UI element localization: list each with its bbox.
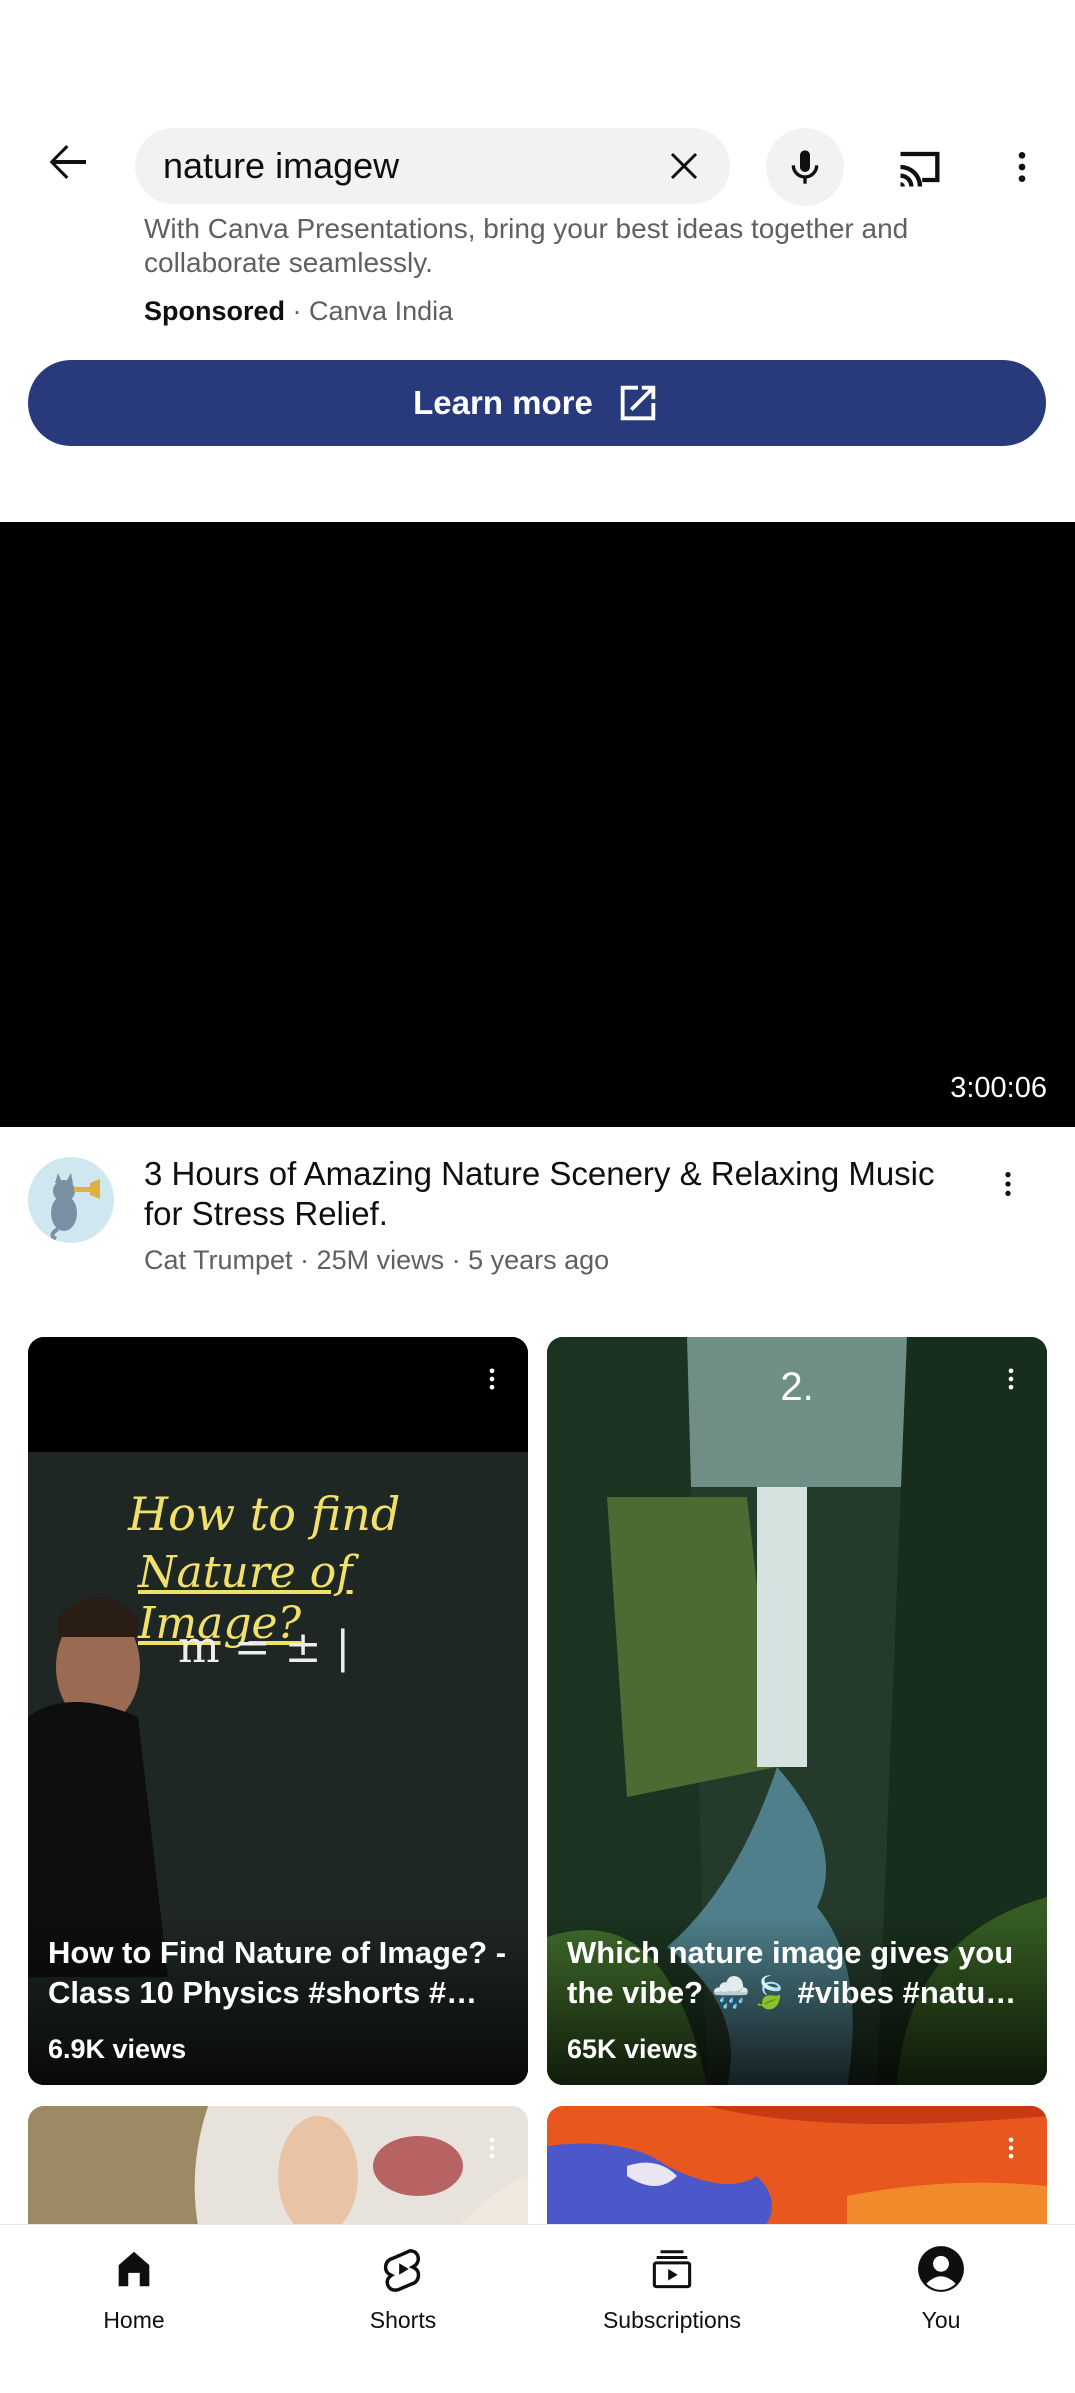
- ad-description: With Canva Presentations, bring your bes…: [144, 213, 909, 278]
- short-views: 65K views: [567, 2034, 698, 2064]
- ad-meta: Sponsored · Canva India: [144, 296, 453, 327]
- more-vert-icon: [489, 2137, 495, 2159]
- more-vert-icon: [489, 1368, 495, 1390]
- advertiser-name[interactable]: Canva India: [309, 296, 453, 326]
- short-title: How to Find Nature of Image? - Class 10 …: [48, 1935, 507, 2010]
- learn-more-button[interactable]: Learn more: [28, 360, 1046, 446]
- account-icon: [913, 2241, 969, 2297]
- short-title: Which nature image gives you the vibe? 🌧…: [567, 1935, 1017, 2010]
- video-title[interactable]: 3 Hours of Amazing Nature Scenery & Rela…: [144, 1154, 974, 1234]
- subscriptions-icon: [644, 2241, 700, 2297]
- top-app-bar: [0, 0, 1075, 215]
- voice-search-button[interactable]: [766, 128, 844, 206]
- cat-trumpet-avatar: [28, 1157, 114, 1243]
- short-thumbnail: [28, 2106, 528, 2226]
- search-box[interactable]: [135, 128, 730, 204]
- bottom-navigation: Home Shorts Subscriptions You: [0, 2224, 1075, 2393]
- more-vert-icon: [1008, 1368, 1014, 1390]
- short-card[interactable]: [28, 2106, 528, 2226]
- short-more-button[interactable]: [991, 2124, 1031, 2172]
- more-options-button[interactable]: [990, 135, 1054, 199]
- nav-label-shorts: Shorts: [369, 2307, 437, 2333]
- video-duration: 3:00:06: [950, 1072, 1047, 1104]
- short-views: 6.9K views: [48, 2034, 187, 2064]
- short-more-button[interactable]: [472, 1355, 512, 1403]
- nav-item-shorts[interactable]: Shorts: [303, 2237, 503, 2347]
- board-line-1: How to find: [128, 1487, 401, 1541]
- nav-label-home: Home: [103, 2307, 165, 2333]
- rank-label: 2.: [780, 1365, 814, 1409]
- search-input[interactable]: [163, 128, 633, 204]
- nav-label-you: You: [921, 2307, 961, 2333]
- more-vert-icon: [1018, 152, 1026, 182]
- shorts-icon: [375, 2241, 431, 2297]
- short-more-button[interactable]: [472, 2124, 512, 2172]
- short-card[interactable]: [547, 2106, 1047, 2226]
- cast-icon: [900, 151, 940, 187]
- arrow-back-icon: [49, 145, 86, 179]
- video-thumbnail[interactable]: 3:00:06: [0, 522, 1075, 1127]
- more-vert-icon: [1005, 1172, 1011, 1196]
- home-icon: [106, 2241, 162, 2297]
- learn-more-label: Learn more: [413, 384, 593, 421]
- video-more-button[interactable]: [984, 1160, 1032, 1208]
- video-meta: Cat Trumpet · 25M views · 5 years ago: [144, 1245, 610, 1275]
- more-vert-icon: [1008, 2137, 1014, 2159]
- open-external-icon: [620, 385, 656, 421]
- short-card[interactable]: 2. Which nature image gives you the vibe…: [547, 1337, 1047, 2085]
- nav-item-home[interactable]: Home: [34, 2237, 234, 2347]
- sponsored-label: Sponsored: [144, 296, 286, 326]
- channel-avatar[interactable]: [28, 1157, 114, 1243]
- back-button[interactable]: [36, 130, 100, 194]
- board-formula: m = ± |: [178, 1622, 351, 1673]
- nav-label-subscriptions: Subscriptions: [602, 2307, 742, 2333]
- short-card[interactable]: How to find Nature of Image? m = ± | How…: [28, 1337, 528, 2085]
- nav-item-you[interactable]: You: [841, 2237, 1041, 2347]
- short-thumbnail: [547, 2106, 1047, 2226]
- microphone-icon: [791, 150, 819, 184]
- close-icon: [670, 152, 698, 180]
- ad-separator: ·: [285, 296, 310, 326]
- cast-button[interactable]: [888, 135, 952, 199]
- clear-search-button[interactable]: [656, 138, 712, 194]
- short-more-button[interactable]: [991, 1355, 1031, 1403]
- nav-item-subscriptions[interactable]: Subscriptions: [572, 2237, 772, 2347]
